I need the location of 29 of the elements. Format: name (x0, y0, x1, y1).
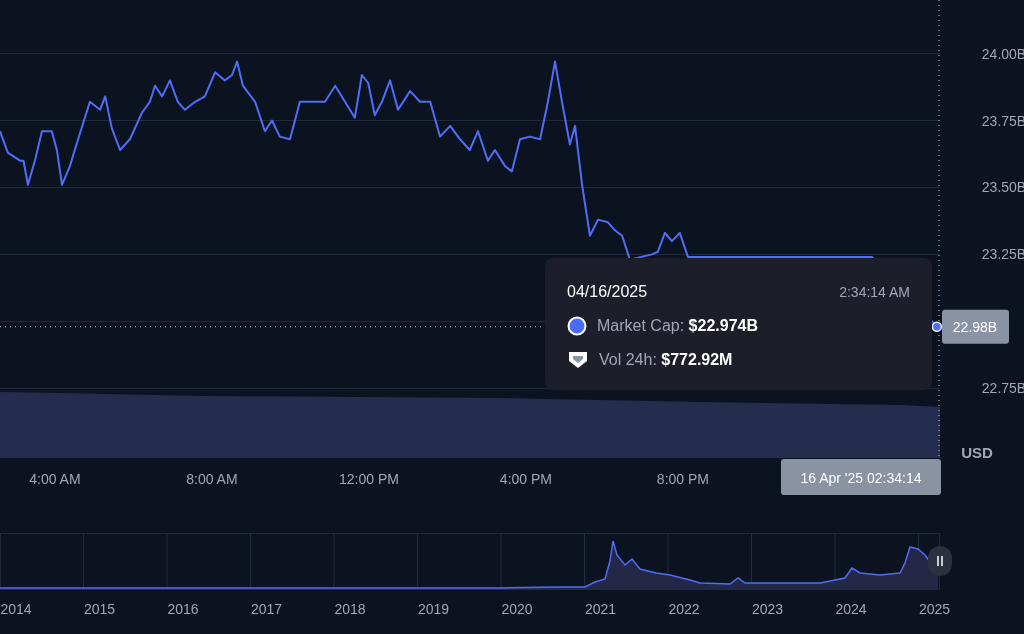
year-label: 2014 (0, 600, 32, 619)
x-axis-label: 4:00 PM (499, 471, 552, 487)
pause-icon (936, 556, 944, 566)
time-tag: 16 Apr '25 02:34:14 (781, 459, 941, 495)
year-label: 2021 (584, 600, 617, 619)
tooltip-date: 04/16/2025 (567, 282, 648, 302)
year-label: 2019 (417, 600, 450, 619)
x-axis-label: 4:00 AM (29, 471, 81, 487)
year-label: 2018 (334, 600, 366, 619)
year-label: 2020 (501, 600, 533, 619)
crosshair-point (931, 321, 943, 332)
tooltip-value: Vol 24h: $772.92M (599, 350, 733, 370)
year-label: 2017 (250, 600, 283, 619)
year-label: 2023 (751, 600, 784, 619)
year-label: 2016 (167, 600, 199, 619)
price-tag: 22.98B (942, 309, 1009, 344)
tooltip-value: Market Cap: $22.974B (597, 316, 758, 336)
dot-icon (567, 316, 587, 336)
pause-button[interactable] (928, 546, 952, 576)
x-axis-label: 12:00 PM (338, 471, 399, 487)
tooltip-time: 2:34:14 AM (839, 282, 910, 302)
year-label: 2024 (835, 600, 867, 619)
year-label: 2015 (83, 600, 116, 619)
shield-icon (567, 350, 589, 370)
year-label: 2025 (918, 600, 951, 619)
x-axis-label: 8:00 PM (656, 471, 709, 487)
currency-label: USD (961, 444, 993, 461)
year-label: 2022 (668, 600, 700, 619)
x-axis-label: 8:00 AM (186, 471, 238, 487)
